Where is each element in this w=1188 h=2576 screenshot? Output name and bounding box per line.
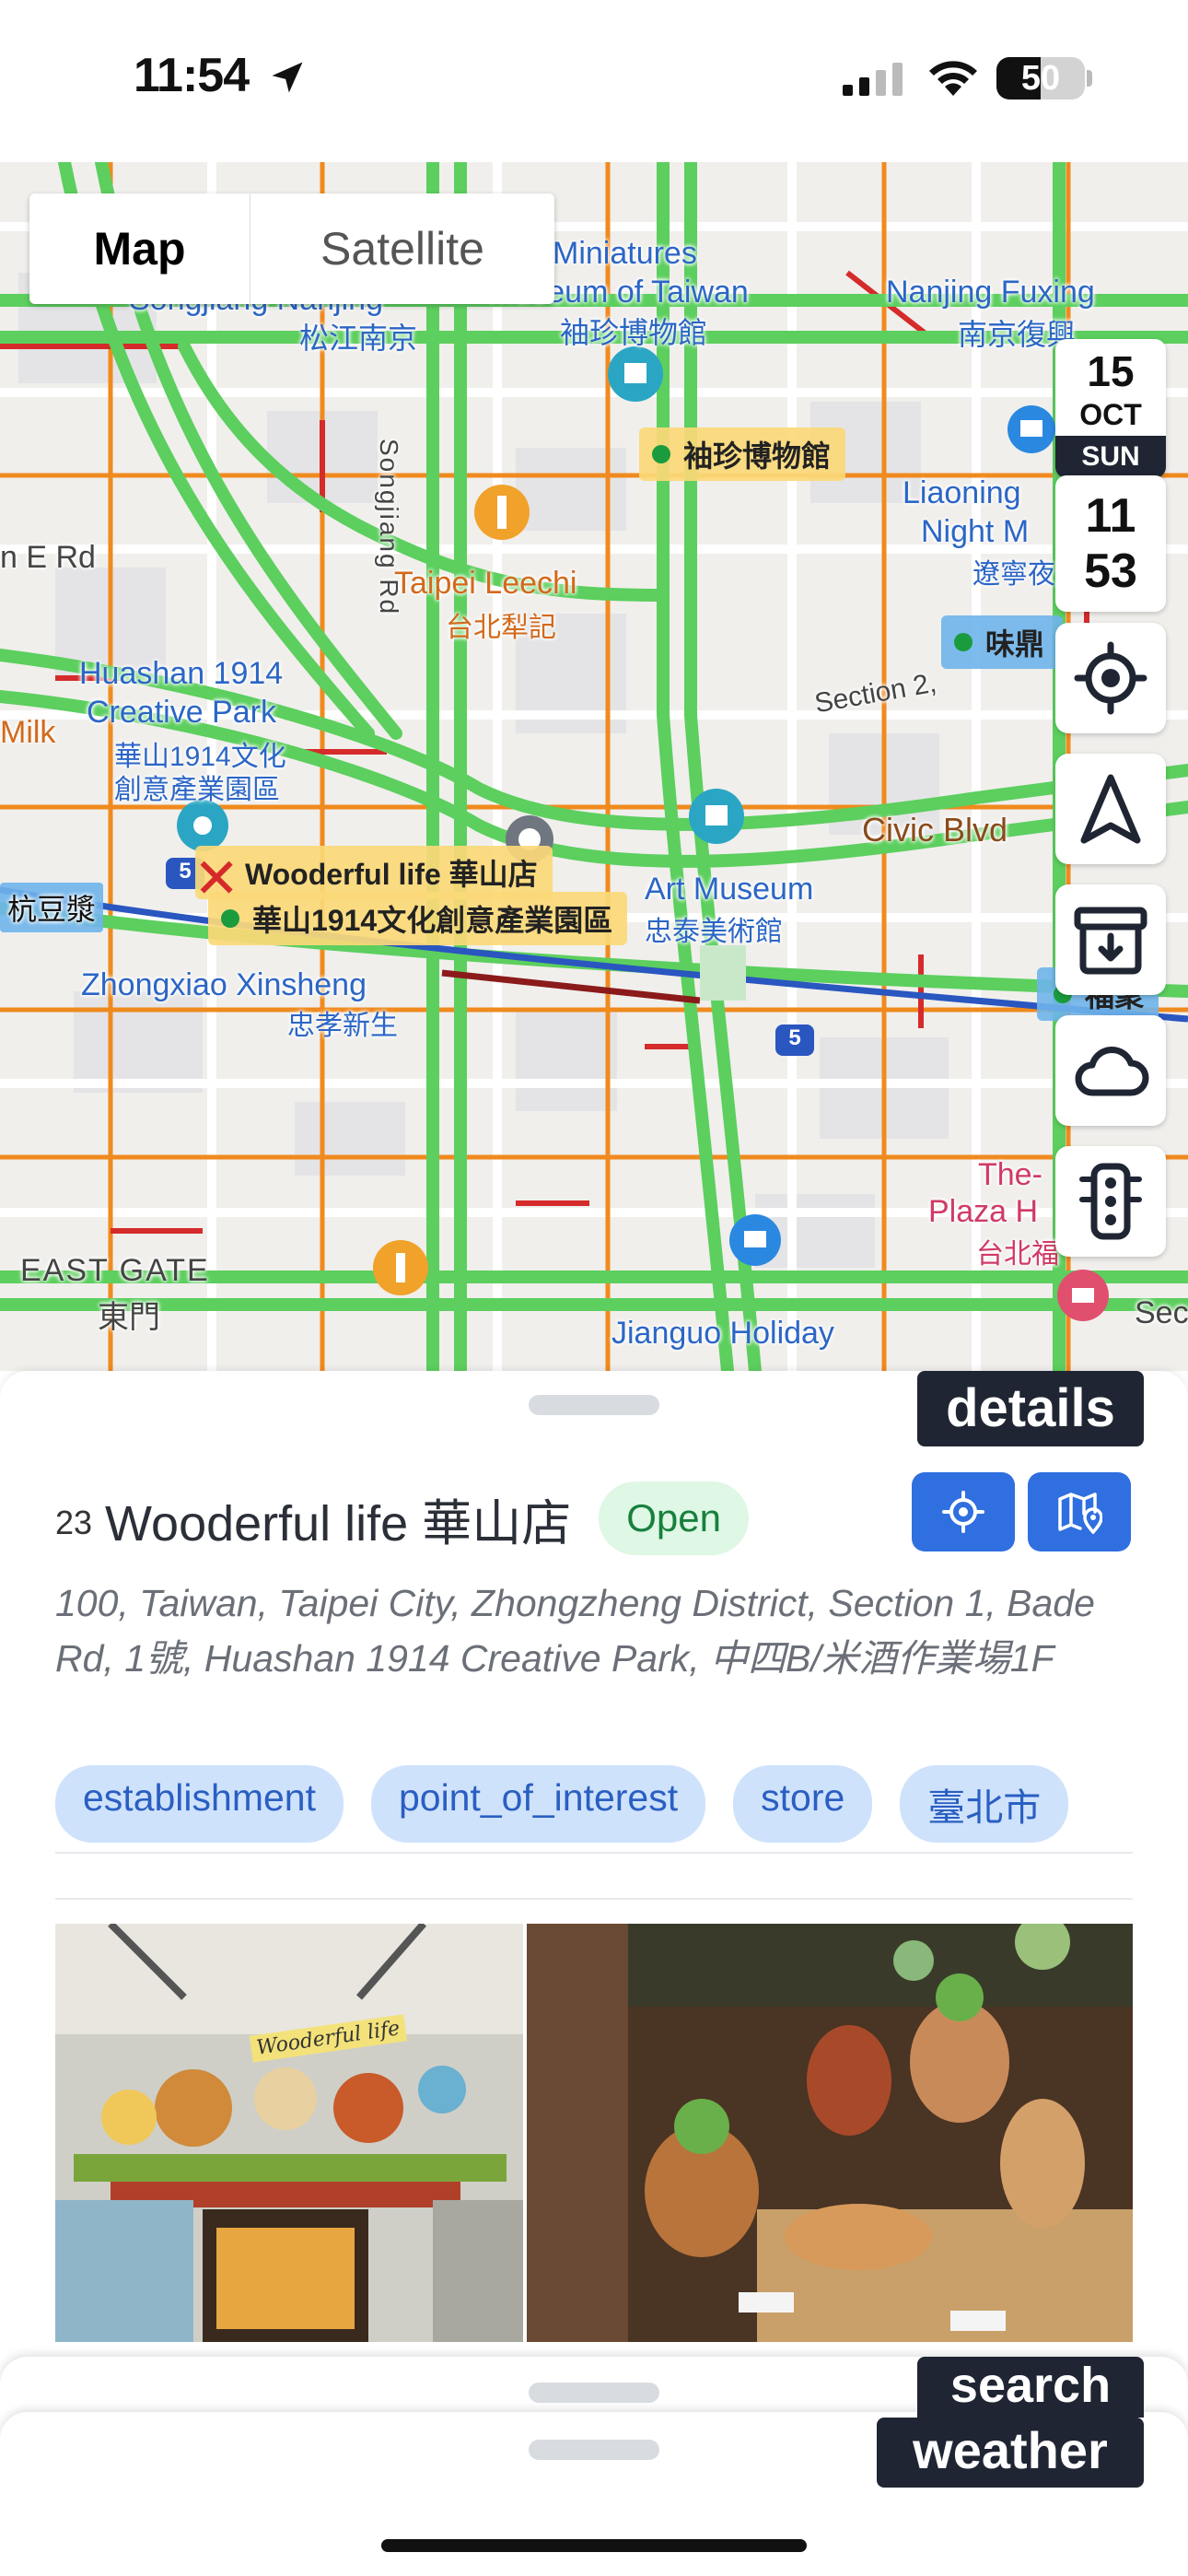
locate-icon — [1074, 641, 1147, 715]
battery-tip — [1087, 70, 1092, 87]
open-status-badge: Open — [599, 1481, 749, 1555]
map-view[interactable]: Miniatures Museum of Taiwan Songjiang Na… — [0, 162, 1188, 1371]
date-card: 15 OCT SUN — [1055, 339, 1166, 478]
place-name: Wooderful life 華山店 — [105, 1495, 572, 1551]
photo-2-image — [527, 1924, 1133, 2342]
map-label-art-museum: Art Museum — [645, 872, 814, 907]
tag-chip[interactable]: point_of_interest — [370, 1765, 706, 1843]
poi-tag-label: 袖珍博物館 — [683, 439, 832, 473]
photo-1-image — [55, 1924, 523, 2342]
date-weekday: SUN — [1055, 436, 1166, 478]
battery-percent: 50 — [1020, 59, 1061, 98]
map-label-miniatures: Miniatures — [553, 236, 697, 271]
cloud-icon — [1075, 1046, 1149, 1096]
map-label-liaoning: Liaoning — [903, 475, 1021, 510]
traffic-light-icon — [1079, 1163, 1142, 1240]
archive-download-icon — [1074, 907, 1147, 975]
details-sheet-grabber[interactable] — [529, 1395, 659, 1415]
map-pin-icon — [1058, 1493, 1102, 1534]
map-label-creative-park: Creative Park — [87, 695, 276, 730]
route-shield-label-2: 5 — [788, 1025, 801, 1050]
weather-sheet-grabber[interactable] — [529, 2440, 659, 2460]
map-label-liaoning-zh: 遼寧夜 — [973, 559, 1055, 590]
map-label-jianguo-holiday: Jianguo Holiday — [611, 1316, 834, 1351]
time-card: 11 53 — [1055, 475, 1166, 612]
place-address: 100, Taiwan, Taipei City, Zhongzheng Dis… — [55, 1582, 1095, 1680]
date-month: OCT — [1079, 398, 1142, 431]
weather-button[interactable] — [1055, 1015, 1166, 1126]
place-photo-1[interactable]: Wooderful life — [55, 1924, 523, 2342]
place-header: 23 Wooderful life 華山店 Open — [55, 1476, 749, 1561]
center-on-map-button[interactable] — [912, 1472, 1015, 1551]
map-label-huashan-zh-2: 創意產業園區 — [114, 775, 280, 805]
map-label-nanjing-fuxing: Nanjing Fuxing — [886, 275, 1095, 310]
navigation-arrow-icon — [1080, 774, 1141, 844]
map-label-night-m: Night M — [921, 514, 1030, 549]
divider — [55, 1852, 1133, 1854]
poi-dot — [221, 909, 239, 928]
poi-tag-label: 味鼎 — [985, 627, 1045, 661]
map-label-taipei-leechi: Taipei Leechi — [394, 566, 577, 601]
battery-icon: 50 — [996, 57, 1085, 100]
time-minute: 53 — [1084, 544, 1137, 598]
map-label-plaza-zh: 台北福 — [976, 1239, 1059, 1270]
status-time: 11:54 — [134, 49, 250, 102]
open-in-maps-button[interactable] — [1028, 1472, 1131, 1551]
date-day: 15 — [1087, 347, 1135, 395]
place-tags: establishment point_of_interest store 臺北… — [55, 1765, 1069, 1843]
map-label-zhongxiao-zh: 忠孝新生 — [287, 1011, 398, 1041]
photo-gallery[interactable]: Wooderful life — [55, 1924, 1133, 2342]
weather-chip[interactable]: weather — [877, 2418, 1144, 2488]
map-label-miniatures-zh: 袖珍博物館 — [560, 316, 708, 349]
poi-tag-label: Wooderful life 華山店 — [245, 858, 538, 891]
tag-chip[interactable]: 臺北市 — [900, 1765, 1069, 1843]
poi-tag-label: 華山1914文化創意產業園區 — [252, 904, 613, 937]
map-label-songjiang-nanjing-zh: 松江南京 — [299, 322, 418, 355]
map-type-map-button[interactable]: Map — [29, 193, 250, 304]
map-label-east-gate: EAST GATE — [20, 1253, 210, 1288]
poi-tag-huashan[interactable]: 華山1914文化創意產業園區 — [208, 892, 628, 945]
time-hour: 11 — [1085, 489, 1136, 543]
search-chip[interactable]: search — [917, 2357, 1144, 2418]
home-indicator[interactable] — [381, 2539, 807, 2552]
map-label-soy-milk: 杭豆漿 — [0, 883, 104, 932]
search-sheet-grabber[interactable] — [529, 2383, 659, 2403]
selected-place-marker-icon[interactable]: ✕ — [193, 851, 239, 907]
map-label-taipei-leechi-zh: 台北犁記 — [446, 613, 556, 643]
wifi-icon — [929, 61, 977, 96]
tag-chip[interactable]: establishment — [55, 1765, 344, 1843]
navigation-button[interactable] — [1055, 754, 1166, 864]
map-label-art-museum-zh: 忠泰美術館 — [645, 917, 783, 947]
map-label-plaza-2: Plaza H — [928, 1194, 1039, 1229]
map-label-huashan-1914: Huashan 1914 — [79, 656, 284, 691]
divider — [55, 1898, 1133, 1900]
place-index: 23 — [55, 1504, 93, 1541]
map-label-plaza-1: The- — [978, 1157, 1042, 1192]
poi-dot — [954, 633, 973, 651]
map-type-satellite-button[interactable]: Satellite — [250, 193, 554, 304]
map-label-e-rd: n E Rd — [0, 540, 96, 575]
map-type-toggle[interactable]: Map Satellite — [29, 193, 554, 304]
center-on-map-icon — [942, 1491, 984, 1533]
poi-tag-miniatures[interactable]: 袖珍博物館 — [639, 427, 846, 481]
tag-chip[interactable]: store — [733, 1765, 873, 1843]
place-photo-2[interactable] — [527, 1924, 1133, 2342]
details-chip[interactable]: details — [917, 1371, 1144, 1446]
archive-button[interactable] — [1055, 884, 1166, 995]
map-label-civic-blvd: Civic Blvd — [862, 811, 1008, 849]
traffic-button[interactable] — [1055, 1146, 1166, 1257]
map-label-milk: Milk — [0, 715, 56, 750]
map-label-zhongxiao-xinsheng: Zhongxiao Xinsheng — [81, 967, 367, 1002]
location-arrow-icon — [272, 62, 303, 93]
poi-dot — [652, 445, 670, 463]
map-label-east-gate-zh: 東門 — [98, 1300, 160, 1335]
poi-tag-weiding[interactable]: 味鼎 — [941, 615, 1064, 669]
locate-button[interactable] — [1055, 623, 1166, 733]
map-label-sec: Sec — [1135, 1295, 1188, 1330]
status-bar: 11:54 50 — [0, 0, 1188, 162]
cellular-signal-icon — [843, 63, 903, 96]
